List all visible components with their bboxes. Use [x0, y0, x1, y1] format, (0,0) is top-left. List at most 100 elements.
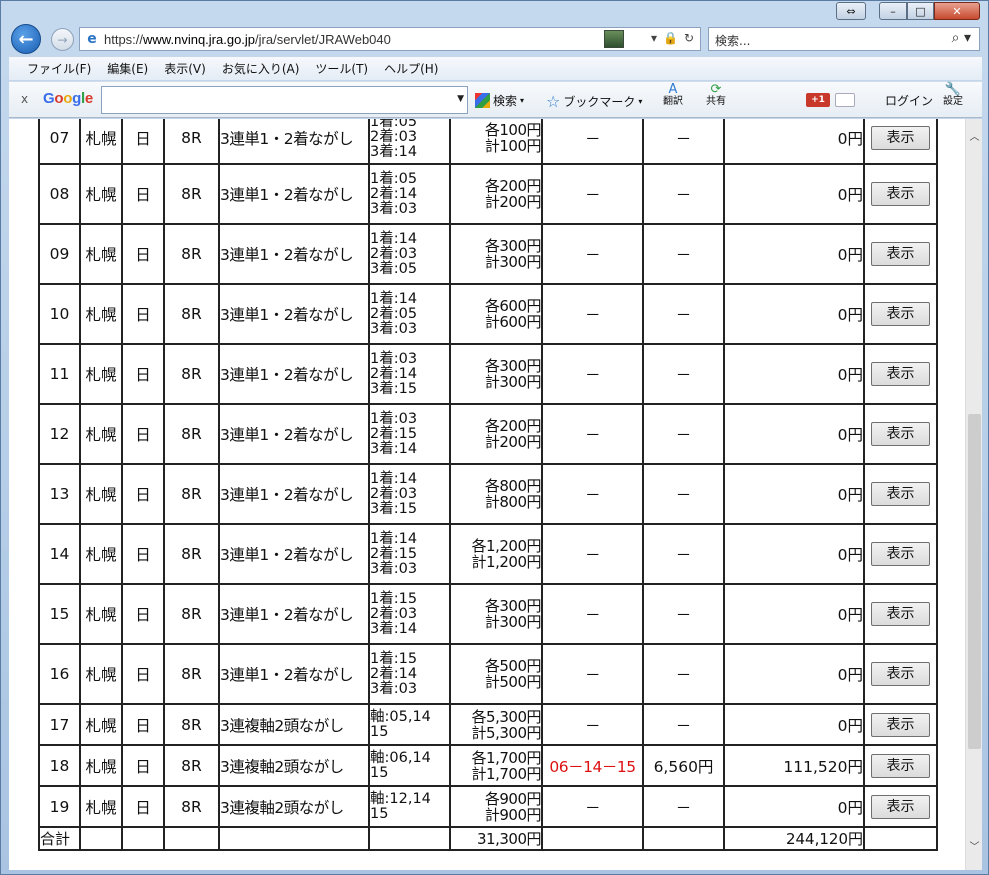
odds: －	[642, 583, 725, 645]
racecourse: 札幌	[79, 703, 123, 746]
menu-help[interactable]: ヘルプ(H)	[384, 60, 438, 77]
show-cell: 表示	[863, 785, 938, 828]
back-button[interactable]: ←	[11, 24, 41, 54]
row-number: 13	[38, 463, 81, 525]
bet-amount: 各100円 計100円	[449, 119, 543, 165]
lock-icon[interactable]: 🔒	[663, 31, 678, 45]
search-icon[interactable]: ⌕ ▾	[952, 30, 971, 46]
toolbar-close-icon[interactable]: x	[21, 92, 28, 106]
amount-each: 各1,200円	[471, 537, 542, 555]
total-amount: 31,300円	[449, 826, 543, 851]
minimize-button[interactable]: –	[879, 2, 907, 20]
race-number: 8R	[163, 703, 220, 746]
site-thumbnail-icon[interactable]	[604, 30, 624, 48]
row-number: 09	[38, 223, 81, 285]
amount-each: 各1,700円	[471, 748, 542, 767]
address-bar[interactable]: e https://www.nvinq.jra.go.jp/jra/servle…	[79, 27, 701, 51]
show-button[interactable]: 表示	[871, 182, 930, 206]
combination-line: 3着:14	[370, 144, 418, 160]
share-button[interactable]: ⟳ 共有	[706, 83, 726, 108]
combination-line: 15	[370, 764, 389, 781]
translate-icon: A	[668, 82, 678, 97]
racecourse: 札幌	[79, 119, 123, 165]
total-label: 合計	[38, 826, 81, 851]
show-button[interactable]: 表示	[871, 482, 930, 506]
bet-type: 3連単1・2着ながし	[218, 343, 370, 405]
race-day: 日	[121, 703, 165, 746]
bet-amount: 各300円 計300円	[449, 223, 543, 285]
odds: －	[642, 785, 725, 828]
gplus-icon[interactable]: +1	[806, 93, 830, 107]
login-link[interactable]: ログイン	[885, 92, 933, 109]
odds: －	[642, 463, 725, 525]
scroll-thumb[interactable]	[968, 414, 981, 749]
search-input[interactable]: 検索... ⌕ ▾	[708, 27, 980, 51]
menu-file[interactable]: ファイル(F)	[27, 60, 91, 77]
scroll-up-icon[interactable]: ︿	[966, 129, 982, 146]
bet-combination: 1着:05 2着:03 3着:14	[368, 119, 451, 165]
combination-line: 2着:14	[370, 665, 418, 682]
show-button[interactable]: 表示	[871, 753, 930, 778]
racecourse: 札幌	[79, 583, 123, 645]
table-row: 18 札幌日 8R 3連複軸2頭ながし 軸:06,14 15 各1,700円 計1,700円 0…	[38, 744, 938, 787]
refresh-icon[interactable]: ↻	[684, 31, 694, 45]
race-result: 06－14－15	[541, 744, 644, 787]
google-search-input[interactable]: ▼	[101, 86, 468, 114]
restore-tab-icon[interactable]: ⇔	[836, 2, 866, 20]
amount-total: 計200円	[484, 433, 542, 451]
race-result: －	[541, 343, 644, 405]
translate-button[interactable]: A 翻訳	[663, 82, 683, 108]
race-number: 8R	[163, 223, 220, 285]
chevron-down-icon: ▾	[520, 96, 525, 105]
maximize-button[interactable]: □	[907, 2, 934, 20]
payout: 0円	[723, 703, 865, 746]
show-button[interactable]: 表示	[871, 662, 930, 686]
payout: 0円	[723, 403, 865, 465]
dropdown-icon[interactable]: ▾	[651, 31, 657, 45]
google-search-button[interactable]: 検索 ▾	[475, 92, 524, 109]
show-button[interactable]: 表示	[871, 422, 930, 446]
amount-each: 各100円	[484, 120, 542, 139]
show-cell: 表示	[863, 283, 938, 345]
bet-combination: 軸:12,14 15	[368, 785, 451, 828]
race-number: 8R	[163, 463, 220, 525]
show-button[interactable]: 表示	[871, 125, 930, 150]
menu-view[interactable]: 表示(V)	[164, 60, 206, 77]
show-button[interactable]: 表示	[871, 542, 930, 566]
payout: 0円	[723, 583, 865, 645]
show-button[interactable]: 表示	[871, 242, 930, 266]
wrench-icon: 🔧	[944, 82, 962, 97]
row-number: 17	[38, 703, 81, 746]
chevron-down-icon[interactable]: ▼	[457, 94, 464, 104]
ie-icon: e	[87, 31, 97, 47]
scroll-down-icon[interactable]: ﹀	[966, 839, 982, 856]
bet-combination: 1着:15 2着:03 3着:14	[368, 583, 451, 645]
menu-tools[interactable]: ツール(T)	[315, 60, 368, 77]
menu-edit[interactable]: 編集(E)	[107, 60, 148, 77]
show-button[interactable]: 表示	[871, 302, 930, 326]
payout: 0円	[723, 343, 865, 405]
close-button[interactable]: ✕	[934, 2, 980, 20]
vertical-scrollbar[interactable]: ︿ ﹀	[965, 119, 982, 870]
amount-total: 計5,300円	[471, 723, 542, 742]
racecourse: 札幌	[79, 283, 123, 345]
amount-total: 計200円	[484, 193, 542, 211]
show-button[interactable]: 表示	[871, 602, 930, 626]
table-row: 17 札幌日 8R 3連複軸2頭ながし 軸:05,14 15 各5,300円 計5,300円－…	[38, 703, 938, 746]
show-button[interactable]: 表示	[871, 362, 930, 386]
racecourse: 札幌	[79, 785, 123, 828]
combination-line: 3着:14	[370, 620, 418, 637]
total-payout: 244,120円	[723, 826, 865, 851]
menu-favorites[interactable]: お気に入り(A)	[222, 60, 300, 77]
bet-amount: 各200円 計200円	[449, 163, 543, 225]
payout: 0円	[723, 785, 865, 828]
chevron-down-icon: ▾	[638, 97, 643, 106]
bookmark-button[interactable]: ☆ ブックマーク ▾	[546, 92, 642, 111]
bet-type: 3連単1・2着ながし	[218, 463, 370, 525]
forward-button[interactable]: →	[51, 28, 74, 51]
show-button[interactable]: 表示	[871, 794, 930, 819]
show-button[interactable]: 表示	[871, 712, 930, 737]
settings-button[interactable]: 🔧 設定	[943, 82, 963, 108]
amount-total: 計800円	[484, 493, 542, 511]
payout: 0円	[723, 119, 865, 165]
